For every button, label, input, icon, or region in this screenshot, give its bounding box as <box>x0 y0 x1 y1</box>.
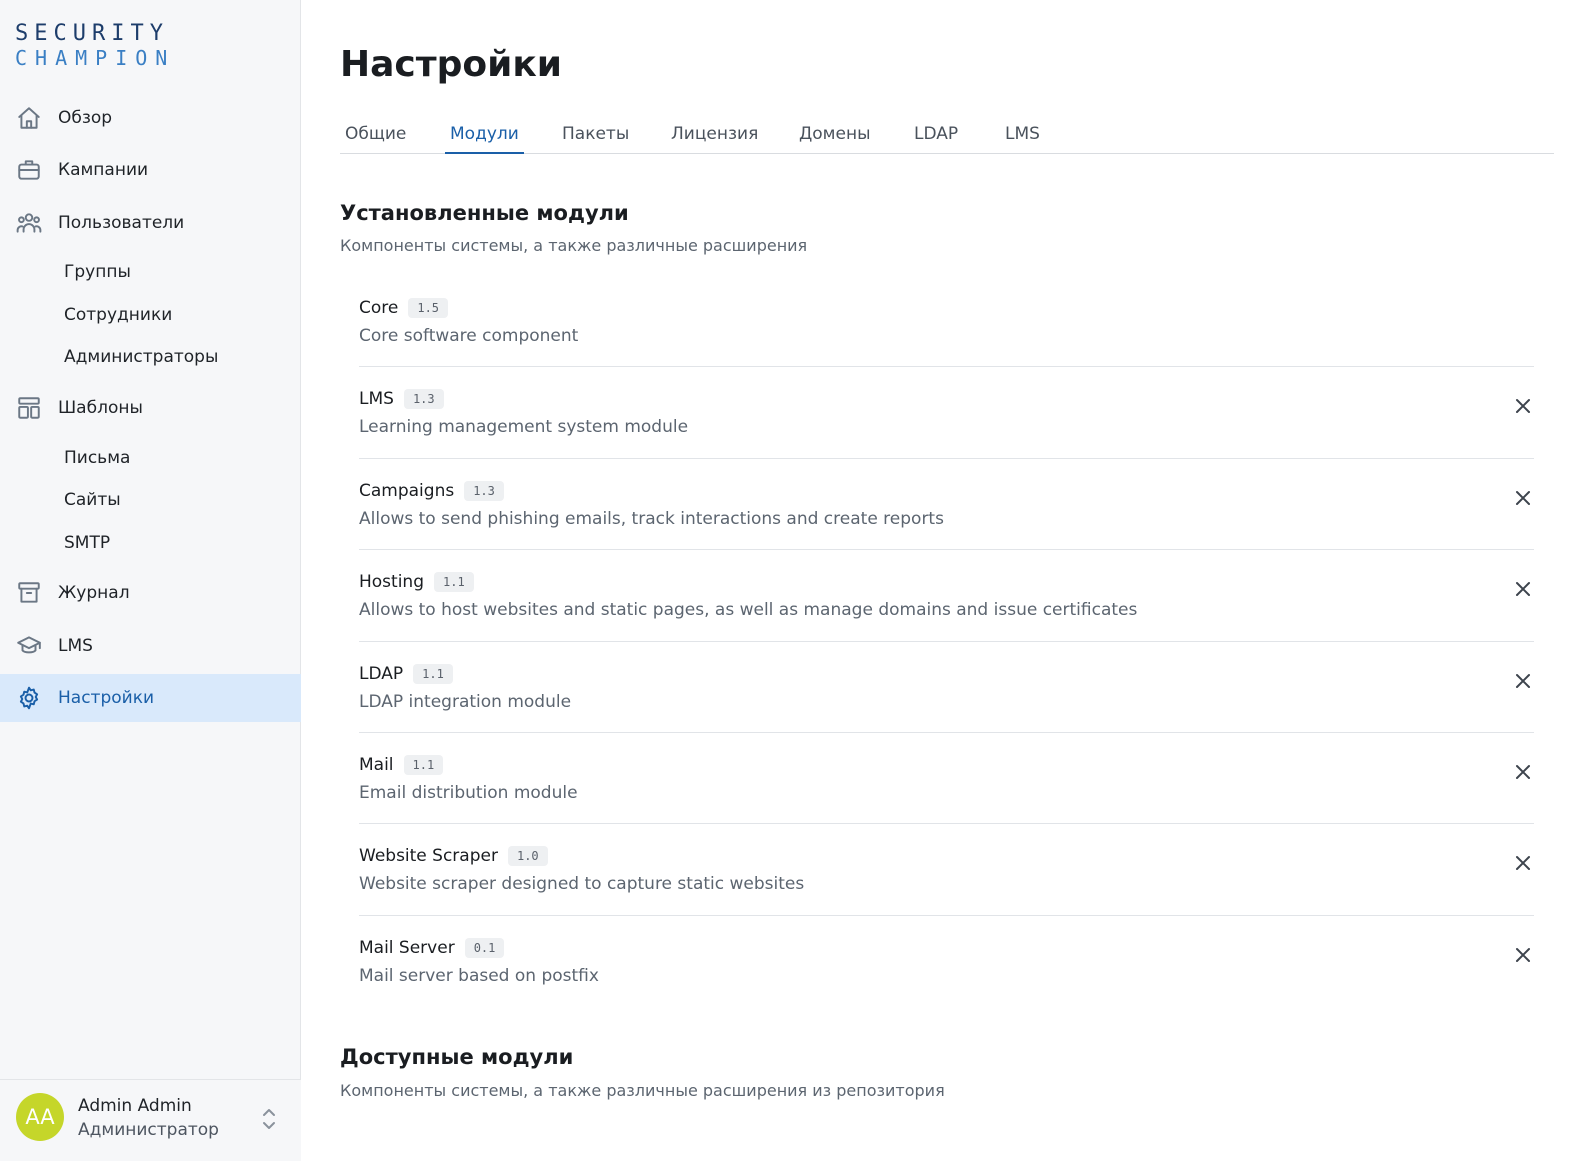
sidebar-item-label: Настройки <box>58 688 155 708</box>
installed-modules-title: Установленные модули <box>340 201 629 225</box>
remove-module-close-icon[interactable] <box>1512 852 1534 874</box>
module-version-badge: 1.0 <box>507 846 548 867</box>
installed-modules-list: Core 1.5 Core software component LMS 1.3… <box>359 276 1534 1007</box>
sidebar-subitem-smtp[interactable]: SMTP <box>64 528 110 558</box>
module-name: Campaigns <box>359 480 455 501</box>
page-title: Настройки <box>340 44 563 85</box>
tab-modules[interactable]: Модули <box>445 118 524 154</box>
sidebar-item-settings[interactable]: Настройки <box>0 674 301 722</box>
module-row: Core 1.5 Core software component <box>359 276 1534 368</box>
archive-icon <box>16 580 42 606</box>
remove-module-close-icon[interactable] <box>1512 761 1534 783</box>
sidebar-item-overview[interactable]: Обзор <box>0 94 301 142</box>
module-name: Website Scraper <box>359 846 498 867</box>
module-description: Email distribution module <box>359 782 578 803</box>
module-name: LMS <box>359 389 394 410</box>
chevron-up-down-icon[interactable] <box>260 1106 278 1132</box>
sidebar-item-label: Кампании <box>58 160 149 180</box>
remove-module-close-icon[interactable] <box>1512 670 1534 692</box>
home-icon <box>16 105 42 131</box>
module-description: Core software component <box>359 326 579 346</box>
module-name: LDAP <box>359 663 404 684</box>
sidebar-item-label: Шаблоны <box>58 398 143 418</box>
sidebar-item-users[interactable]: Пользователи <box>0 199 301 247</box>
user-role: Администратор <box>78 1120 219 1140</box>
sidebar-item-lms[interactable]: LMS <box>0 622 301 670</box>
users-icon <box>16 210 42 236</box>
sidebar-item-label: LMS <box>58 636 93 656</box>
module-description: LDAP integration module <box>359 691 572 712</box>
module-version-badge: 1.1 <box>403 754 444 775</box>
module-row: LDAP 1.1 LDAP integration module <box>359 642 1534 733</box>
module-row: Mail Server 0.1 Mail server based on pos… <box>359 916 1534 1007</box>
templates-icon <box>16 395 42 421</box>
sidebar-subitem-letters[interactable]: Письма <box>64 443 130 473</box>
sidebar: SECURITY CHAMPION Обзор Кампании Пользов… <box>0 0 301 1161</box>
tab-license[interactable]: Лицензия <box>666 118 763 154</box>
main-content: Настройки Общие Модули Пакеты Лицензия Д… <box>340 0 1554 1161</box>
module-description: Learning management system module <box>359 417 689 438</box>
remove-module-close-icon[interactable] <box>1512 944 1534 966</box>
module-row: Hosting 1.1 Allows to host websites and … <box>359 550 1534 642</box>
remove-module-close-icon[interactable] <box>1512 395 1534 417</box>
available-modules-subtitle: Компоненты системы, а также различные ра… <box>340 1081 945 1100</box>
available-modules-title: Доступные модули <box>340 1045 574 1069</box>
user-name: Admin Admin <box>78 1096 192 1116</box>
module-description: Allows to send phishing emails, track in… <box>359 508 944 529</box>
tab-domains[interactable]: Домены <box>794 118 876 154</box>
logo-line-2: CHAMPION <box>15 46 176 70</box>
sidebar-item-campaigns[interactable]: Кампании <box>0 146 301 194</box>
tab-packages[interactable]: Пакеты <box>557 118 634 154</box>
sidebar-subitem-employees[interactable]: Сотрудники <box>64 300 172 330</box>
module-version-badge: 1.1 <box>413 663 453 684</box>
module-version-badge: 1.1 <box>434 572 474 593</box>
module-description: Website scraper designed to capture stat… <box>359 874 805 895</box>
sidebar-subitem-admins[interactable]: Администраторы <box>64 342 218 372</box>
security-champion-logo[interactable]: SECURITY CHAMPION <box>15 22 175 74</box>
remove-module-close-icon[interactable] <box>1512 578 1534 600</box>
tab-general[interactable]: Общие <box>340 118 411 154</box>
installed-modules-subtitle: Компоненты системы, а также различные ра… <box>340 236 808 255</box>
gear-icon <box>16 685 42 711</box>
user-menu[interactable]: AA Admin Admin Администратор <box>0 1079 301 1161</box>
module-row: Mail 1.1 Email distribution module <box>359 733 1534 825</box>
tab-ldap[interactable]: LDAP <box>909 118 963 154</box>
module-name: Mail <box>359 754 394 775</box>
graduation-cap-icon <box>16 633 42 659</box>
sidebar-item-label: Журнал <box>58 583 130 603</box>
remove-module-close-icon[interactable] <box>1512 487 1534 509</box>
module-version-badge: 1.5 <box>408 298 449 318</box>
logo-line-1: SECURITY <box>15 21 169 46</box>
module-version-badge: 1.3 <box>464 480 504 501</box>
module-row: LMS 1.3 Learning management system modul… <box>359 367 1534 459</box>
module-name: Mail Server <box>359 937 455 958</box>
module-row: Website Scraper 1.0 Website scraper desi… <box>359 824 1534 916</box>
module-name: Core <box>359 298 399 318</box>
settings-tabs: Общие Модули Пакеты Лицензия Домены LDAP… <box>340 118 1554 154</box>
module-description: Mail server based on postfix <box>359 965 599 986</box>
sidebar-item-label: Пользователи <box>58 213 185 233</box>
sidebar-subitem-groups[interactable]: Группы <box>64 257 131 287</box>
module-row: Campaigns 1.3 Allows to send phishing em… <box>359 459 1534 551</box>
sidebar-item-templates[interactable]: Шаблоны <box>0 384 301 432</box>
sidebar-subitem-sites[interactable]: Сайты <box>64 485 121 515</box>
briefcase-icon <box>16 157 42 183</box>
avatar: AA <box>16 1093 64 1141</box>
sidebar-item-label: Обзор <box>58 108 113 128</box>
sidebar-item-journal[interactable]: Журнал <box>0 569 301 617</box>
module-description: Allows to host websites and static pages… <box>359 600 1138 621</box>
module-version-badge: 0.1 <box>464 937 505 958</box>
tab-lms[interactable]: LMS <box>1000 118 1045 154</box>
module-version-badge: 1.3 <box>403 389 444 410</box>
module-name: Hosting <box>359 572 424 593</box>
